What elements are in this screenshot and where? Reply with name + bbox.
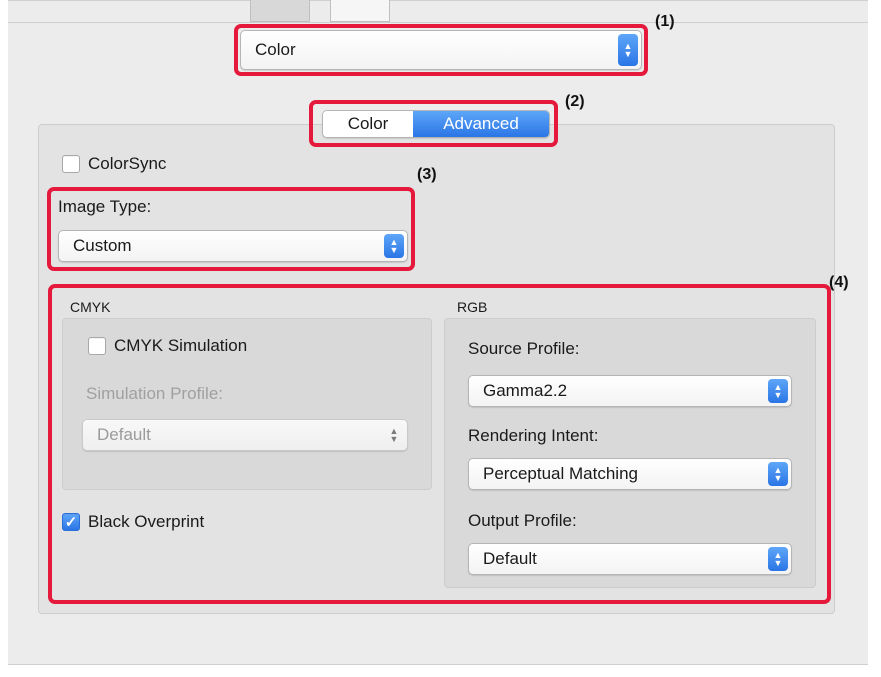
- callout-label-2: (2): [565, 93, 585, 110]
- callout-label-1: (1): [655, 13, 675, 30]
- colorsync-checkbox-row[interactable]: ColorSync: [62, 154, 166, 174]
- rendering-intent-popup[interactable]: Perceptual Matching ▲ ▼: [468, 458, 792, 490]
- callout-box-2: [309, 100, 558, 147]
- bottom-divider: [8, 664, 868, 665]
- rgb-group-title: RGB: [457, 299, 488, 315]
- simulation-profile-popup: Default ▲ ▼: [82, 419, 408, 451]
- simulation-profile-label: Simulation Profile:: [86, 384, 224, 403]
- cmyk-simulation-label: CMYK Simulation: [114, 336, 248, 355]
- callout-box-1: [234, 24, 648, 76]
- simulation-profile-value: Default: [97, 425, 151, 444]
- output-profile-value: Default: [483, 549, 537, 568]
- up-down-chevron-icon: ▲ ▼: [768, 462, 788, 486]
- up-down-chevron-icon: ▲ ▼: [768, 547, 788, 571]
- checkmark-icon: ✓: [64, 513, 78, 531]
- black-overprint-checkbox[interactable]: ✓: [62, 513, 80, 531]
- top-divider: [8, 22, 868, 23]
- callout-box-3: [47, 187, 415, 271]
- toolbar-tab-left[interactable]: [250, 0, 310, 22]
- colorsync-label: ColorSync: [88, 154, 167, 173]
- colorsync-checkbox[interactable]: [62, 155, 80, 173]
- callout-label-3: (3): [417, 166, 437, 183]
- source-profile-label: Source Profile:: [468, 339, 580, 358]
- cmyk-group-title: CMYK: [70, 299, 111, 315]
- callout-label-4: (4): [829, 274, 849, 291]
- toolbar-tab-right[interactable]: [330, 0, 390, 22]
- rendering-intent-value: Perceptual Matching: [483, 464, 638, 483]
- black-overprint-row[interactable]: ✓ Black Overprint: [62, 512, 204, 532]
- rendering-intent-label: Rendering Intent:: [468, 426, 599, 445]
- cmyk-simulation-checkbox[interactable]: [88, 337, 106, 355]
- cmyk-simulation-row[interactable]: CMYK Simulation: [88, 336, 247, 356]
- up-down-chevron-icon: ▲ ▼: [768, 379, 788, 403]
- source-profile-value: Gamma2.2: [483, 381, 568, 400]
- black-overprint-label: Black Overprint: [88, 512, 205, 531]
- output-profile-popup[interactable]: Default ▲ ▼: [468, 543, 792, 575]
- output-profile-label: Output Profile:: [468, 511, 577, 530]
- source-profile-popup[interactable]: Gamma2.2 ▲ ▼: [468, 375, 792, 407]
- up-down-chevron-icon: ▲ ▼: [389, 426, 399, 444]
